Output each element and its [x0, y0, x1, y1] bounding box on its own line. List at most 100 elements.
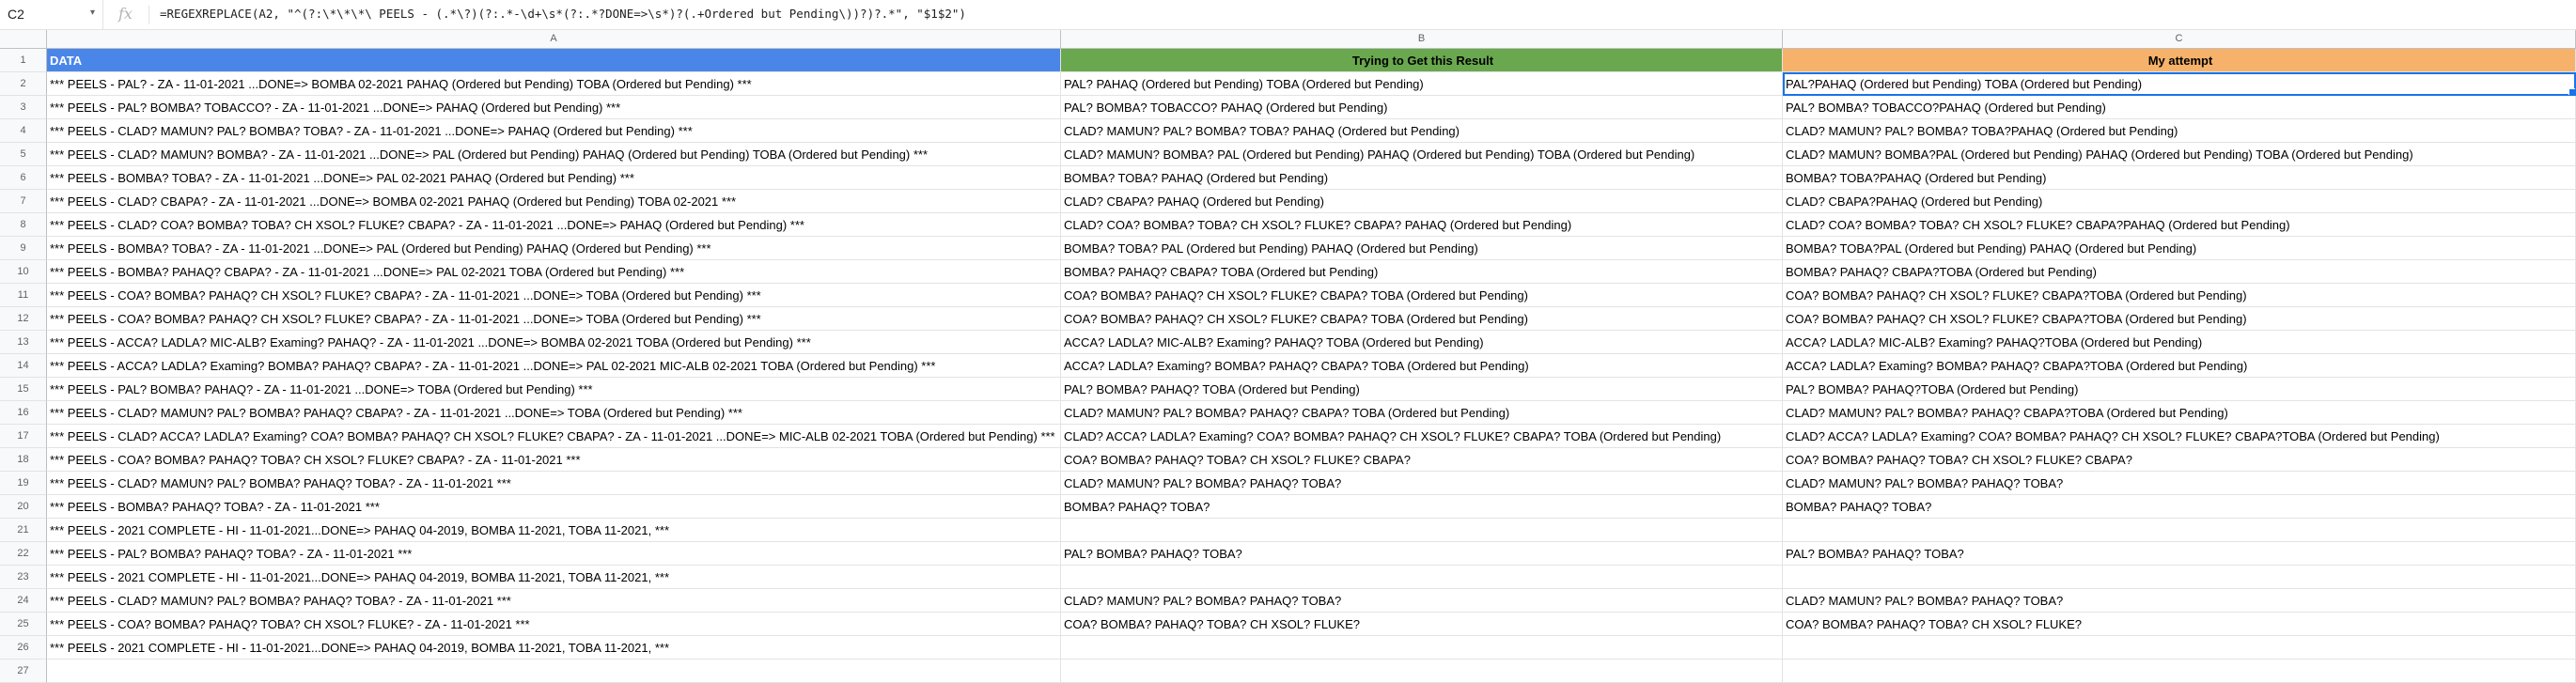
row-header[interactable]: 19	[0, 472, 47, 495]
row-header[interactable]: 26	[0, 636, 47, 660]
fill-handle[interactable]	[2568, 88, 2575, 95]
row-header[interactable]: 7	[0, 190, 47, 213]
table-cell-a[interactable]: *** PEELS - CLAD? CBAPA? - ZA - 11-01-20…	[47, 190, 1061, 213]
row-header-1[interactable]: 1	[0, 49, 47, 72]
row-header[interactable]: 20	[0, 495, 47, 519]
row-header[interactable]: 8	[0, 213, 47, 237]
table-cell-c[interactable]: CLAD? ACCA? LADLA? Examing? COA? BOMBA? …	[1783, 425, 2576, 448]
table-cell-a[interactable]: *** PEELS - PAL? BOMBA? TOBACCO? - ZA - …	[47, 96, 1061, 119]
table-cell-b[interactable]	[1061, 566, 1783, 589]
row-header[interactable]: 18	[0, 448, 47, 472]
row-header[interactable]: 3	[0, 96, 47, 119]
table-cell-b[interactable]: COA? BOMBA? PAHAQ? TOBA? CH XSOL? FLUKE?	[1061, 613, 1783, 636]
table-cell-c[interactable]: PAL? BOMBA? PAHAQ?TOBA (Ordered but Pend…	[1783, 378, 2576, 401]
selected-cell[interactable]: PAL?PAHAQ (Ordered but Pending) TOBA (Or…	[1783, 72, 2576, 96]
row-header[interactable]: 5	[0, 143, 47, 166]
table-cell-a[interactable]: *** PEELS - PAL? - ZA - 11-01-2021 ...DO…	[47, 72, 1061, 96]
table-cell-a[interactable]: *** PEELS - COA? BOMBA? PAHAQ? CH XSOL? …	[47, 284, 1061, 307]
table-cell-b[interactable]: BOMBA? TOBA? PAL (Ordered but Pending) P…	[1061, 237, 1783, 260]
header-cell-a[interactable]: DATA	[47, 49, 1061, 72]
row-header[interactable]: 13	[0, 331, 47, 354]
table-cell-b[interactable]	[1061, 660, 1783, 683]
table-cell-b[interactable]: PAL? BOMBA? TOBACCO? PAHAQ (Ordered but …	[1061, 96, 1783, 119]
table-cell-c[interactable]: BOMBA? TOBA?PAL (Ordered but Pending) PA…	[1783, 237, 2576, 260]
table-cell-a[interactable]: *** PEELS - CLAD? MAMUN? PAL? BOMBA? PAH…	[47, 472, 1061, 495]
table-cell-a[interactable]: *** PEELS - COA? BOMBA? PAHAQ? CH XSOL? …	[47, 307, 1061, 331]
table-cell-b[interactable]: CLAD? CBAPA? PAHAQ (Ordered but Pending)	[1061, 190, 1783, 213]
header-cell-c[interactable]: My attempt	[1783, 49, 2576, 72]
table-cell-a[interactable]: *** PEELS - ACCA? LADLA? MIC-ALB? Examin…	[47, 331, 1061, 354]
header-cell-b[interactable]: Trying to Get this Result	[1061, 49, 1783, 72]
table-cell-a[interactable]: *** PEELS - PAL? BOMBA? PAHAQ? TOBA? - Z…	[47, 542, 1061, 566]
row-header[interactable]: 2	[0, 72, 47, 96]
table-cell-a[interactable]: *** PEELS - BOMBA? PAHAQ? TOBA? - ZA - 1…	[47, 495, 1061, 519]
table-cell-c[interactable]: CLAD? COA? BOMBA? TOBA? CH XSOL? FLUKE? …	[1783, 213, 2576, 237]
row-header[interactable]: 9	[0, 237, 47, 260]
table-cell-b[interactable]: CLAD? MAMUN? PAL? BOMBA? PAHAQ? TOBA?	[1061, 589, 1783, 613]
table-cell-c[interactable]: CLAD? MAMUN? PAL? BOMBA? PAHAQ? TOBA?	[1783, 589, 2576, 613]
row-header[interactable]: 17	[0, 425, 47, 448]
row-header[interactable]: 25	[0, 613, 47, 636]
table-cell-c[interactable]	[1783, 660, 2576, 683]
table-cell-b[interactable]: BOMBA? PAHAQ? TOBA?	[1061, 495, 1783, 519]
table-cell-c[interactable]: PAL? BOMBA? TOBACCO?PAHAQ (Ordered but P…	[1783, 96, 2576, 119]
table-cell-c[interactable]: COA? BOMBA? PAHAQ? TOBA? CH XSOL? FLUKE?	[1783, 613, 2576, 636]
chevron-down-icon[interactable]: ▾	[90, 8, 95, 18]
table-cell-c[interactable]: CLAD? CBAPA?PAHAQ (Ordered but Pending)	[1783, 190, 2576, 213]
table-cell-a[interactable]: *** PEELS - BOMBA? PAHAQ? CBAPA? - ZA - …	[47, 260, 1061, 284]
table-cell-a[interactable]	[47, 660, 1061, 683]
table-cell-b[interactable]: COA? BOMBA? PAHAQ? CH XSOL? FLUKE? CBAPA…	[1061, 284, 1783, 307]
table-cell-a[interactable]: *** PEELS - 2021 COMPLETE - HI - 11-01-2…	[47, 519, 1061, 542]
row-header[interactable]: 4	[0, 119, 47, 143]
table-cell-c[interactable]: BOMBA? PAHAQ? TOBA?	[1783, 495, 2576, 519]
row-header[interactable]: 21	[0, 519, 47, 542]
table-cell-b[interactable]	[1061, 519, 1783, 542]
table-cell-c[interactable]: PAL? BOMBA? PAHAQ? TOBA?	[1783, 542, 2576, 566]
table-cell-c[interactable]	[1783, 566, 2576, 589]
table-cell-a[interactable]: *** PEELS - CLAD? ACCA? LADLA? Examing? …	[47, 425, 1061, 448]
table-cell-a[interactable]: *** PEELS - 2021 COMPLETE - HI - 11-01-2…	[47, 566, 1061, 589]
column-header-b[interactable]: B	[1061, 30, 1783, 49]
table-cell-b[interactable]: CLAD? MAMUN? PAL? BOMBA? PAHAQ? CBAPA? T…	[1061, 401, 1783, 425]
table-cell-c[interactable]: CLAD? MAMUN? PAL? BOMBA? PAHAQ? TOBA?	[1783, 472, 2576, 495]
table-cell-a[interactable]: *** PEELS - CLAD? MAMUN? PAL? BOMBA? PAH…	[47, 401, 1061, 425]
name-box[interactable]: C2 ▾	[0, 0, 103, 30]
row-header[interactable]: 14	[0, 354, 47, 378]
table-cell-a[interactable]: *** PEELS - 2021 COMPLETE - HI - 11-01-2…	[47, 636, 1061, 660]
table-cell-a[interactable]: *** PEELS - COA? BOMBA? PAHAQ? TOBA? CH …	[47, 613, 1061, 636]
row-header[interactable]: 16	[0, 401, 47, 425]
table-cell-c[interactable]: CLAD? MAMUN? PAL? BOMBA? PAHAQ? CBAPA?TO…	[1783, 401, 2576, 425]
table-cell-c[interactable]: BOMBA? TOBA?PAHAQ (Ordered but Pending)	[1783, 166, 2576, 190]
formula-input[interactable]: =REGEXREPLACE(A2, "^(?:\*\*\*\ PEELS - (…	[160, 7, 966, 21]
table-cell-a[interactable]: *** PEELS - CLAD? MAMUN? PAL? BOMBA? TOB…	[47, 119, 1061, 143]
table-cell-c[interactable]: ACCA? LADLA? Examing? BOMBA? PAHAQ? CBAP…	[1783, 354, 2576, 378]
row-header[interactable]: 10	[0, 260, 47, 284]
table-cell-b[interactable]: PAL? PAHAQ (Ordered but Pending) TOBA (O…	[1061, 72, 1783, 96]
table-cell-b[interactable]: CLAD? ACCA? LADLA? Examing? COA? BOMBA? …	[1061, 425, 1783, 448]
row-header[interactable]: 22	[0, 542, 47, 566]
table-cell-c[interactable]: COA? BOMBA? PAHAQ? CH XSOL? FLUKE? CBAPA…	[1783, 284, 2576, 307]
table-cell-c[interactable]: COA? BOMBA? PAHAQ? TOBA? CH XSOL? FLUKE?…	[1783, 448, 2576, 472]
row-header[interactable]: 12	[0, 307, 47, 331]
table-cell-c[interactable]	[1783, 636, 2576, 660]
table-cell-a[interactable]: *** PEELS - CLAD? MAMUN? BOMBA? - ZA - 1…	[47, 143, 1061, 166]
table-cell-c[interactable]: COA? BOMBA? PAHAQ? CH XSOL? FLUKE? CBAPA…	[1783, 307, 2576, 331]
row-header[interactable]: 11	[0, 284, 47, 307]
table-cell-a[interactable]: *** PEELS - ACCA? LADLA? Examing? BOMBA?…	[47, 354, 1061, 378]
table-cell-a[interactable]: *** PEELS - PAL? BOMBA? PAHAQ? - ZA - 11…	[47, 378, 1061, 401]
table-cell-b[interactable]	[1061, 636, 1783, 660]
table-cell-c[interactable]: CLAD? MAMUN? PAL? BOMBA? TOBA?PAHAQ (Ord…	[1783, 119, 2576, 143]
row-header[interactable]: 24	[0, 589, 47, 613]
row-header[interactable]: 6	[0, 166, 47, 190]
table-cell-b[interactable]: COA? BOMBA? PAHAQ? TOBA? CH XSOL? FLUKE?…	[1061, 448, 1783, 472]
table-cell-c[interactable]: BOMBA? PAHAQ? CBAPA?TOBA (Ordered but Pe…	[1783, 260, 2576, 284]
table-cell-c[interactable]: ACCA? LADLA? MIC-ALB? Examing? PAHAQ?TOB…	[1783, 331, 2576, 354]
table-cell-b[interactable]: CLAD? MAMUN? PAL? BOMBA? TOBA? PAHAQ (Or…	[1061, 119, 1783, 143]
table-cell-b[interactable]: BOMBA? PAHAQ? CBAPA? TOBA (Ordered but P…	[1061, 260, 1783, 284]
row-header[interactable]: 27	[0, 660, 47, 683]
table-cell-b[interactable]: CLAD? MAMUN? PAL? BOMBA? PAHAQ? TOBA?	[1061, 472, 1783, 495]
column-header-c[interactable]: C	[1783, 30, 2576, 49]
table-cell-b[interactable]: PAL? BOMBA? PAHAQ? TOBA (Ordered but Pen…	[1061, 378, 1783, 401]
row-header[interactable]: 15	[0, 378, 47, 401]
table-cell-a[interactable]: *** PEELS - CLAD? MAMUN? PAL? BOMBA? PAH…	[47, 589, 1061, 613]
